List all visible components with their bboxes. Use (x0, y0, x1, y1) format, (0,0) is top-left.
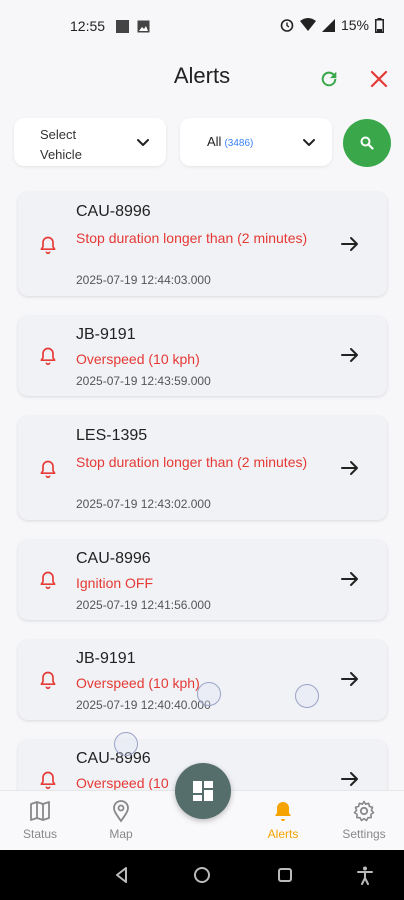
battery-percent: 15% (340, 17, 369, 33)
refresh-icon (321, 71, 337, 87)
vehicle-plate: CAU-8996 (76, 550, 151, 567)
status-right: 15% (280, 17, 384, 33)
alert-timestamp: 2025-07-19 12:44:03.000 (76, 273, 211, 287)
vehicle-select-label: Select Vehicle (40, 127, 82, 162)
close-icon (370, 70, 388, 88)
map-icon (30, 801, 50, 821)
notification-square-icon (116, 20, 129, 33)
arrow-right-icon[interactable] (340, 769, 360, 789)
gear-icon (353, 800, 375, 822)
alert-timestamp: 2025-07-19 12:43:02.000 (76, 497, 211, 511)
vehicle-plate: JB-9191 (76, 650, 136, 667)
alerts-list[interactable]: CAU-8996 Stop duration longer than (2 mi… (0, 188, 404, 790)
search-button[interactable] (343, 119, 391, 167)
cellular-signal-icon (321, 18, 335, 32)
nav-settings-label: Settings (342, 827, 386, 841)
alert-type-value: All (207, 134, 222, 149)
bell-icon (40, 571, 56, 590)
arrow-right-icon[interactable] (340, 234, 360, 254)
touch-indicator (114, 732, 138, 756)
alert-message: Overspeed (10 kph) (76, 675, 200, 691)
touch-indicator (295, 684, 319, 708)
nav-alerts-label: Alerts (267, 827, 299, 841)
battery-icon (375, 17, 384, 33)
search-icon (360, 136, 374, 150)
vehicle-plate: CAU-8996 (76, 750, 151, 767)
alert-message: Overspeed (10 kph) (76, 351, 200, 367)
wifi-icon (299, 18, 316, 31)
app-header: Alerts (0, 52, 404, 104)
alert-message: Stop duration longer than (2 minutes) (76, 454, 308, 470)
gallery-icon (137, 20, 150, 33)
dashboard-icon (193, 781, 213, 801)
back-icon[interactable] (112, 865, 132, 885)
alert-count: (3486) (224, 138, 254, 149)
alert-type-label: All (3486) (207, 134, 253, 149)
location-pin-icon (113, 800, 129, 823)
alert-card[interactable]: CAU-8996 Stop duration longer than (2 mi… (18, 192, 387, 296)
recents-icon[interactable] (275, 865, 295, 885)
accessibility-icon[interactable] (355, 865, 375, 885)
alert-card[interactable]: JB-9191 Overspeed (10 kph) 2025-07-19 12… (18, 316, 387, 396)
dashboard-fab[interactable] (175, 763, 231, 819)
nav-settings[interactable]: Settings (329, 799, 399, 841)
alert-message: Ignition OFF (76, 575, 154, 591)
bell-icon (40, 236, 56, 255)
vehicle-plate: JB-9191 (76, 326, 136, 343)
status-time: 12:55 (70, 18, 106, 34)
nav-map[interactable]: Map (86, 799, 156, 841)
arrow-right-icon[interactable] (340, 669, 360, 689)
alert-card[interactable]: CAU-8996 Ignition OFF 2025-07-19 12:41:5… (18, 540, 387, 620)
alert-timestamp: 2025-07-19 12:40:40.000 (76, 698, 211, 712)
bell-icon (40, 771, 56, 790)
nav-status-label: Status (22, 827, 58, 841)
alert-timestamp: 2025-07-19 12:41:56.000 (76, 598, 211, 612)
chevron-down-icon (303, 139, 315, 146)
arrow-right-icon[interactable] (340, 458, 360, 478)
bell-icon (40, 671, 56, 690)
alert-card[interactable]: LES-1395 Stop duration longer than (2 mi… (18, 416, 387, 520)
alert-message: Stop duration longer than (2 minutes) (76, 230, 308, 246)
close-button[interactable] (366, 66, 392, 92)
refresh-button[interactable] (316, 66, 342, 92)
arrow-right-icon[interactable] (340, 569, 360, 589)
bell-icon (275, 802, 291, 821)
status-bar: 12:55 15% (0, 0, 404, 52)
vehicle-plate: LES-1395 (76, 427, 148, 444)
arrow-right-icon[interactable] (340, 345, 360, 365)
nav-alerts[interactable]: Alerts (248, 799, 318, 841)
bell-icon (40, 460, 56, 479)
page-title: Alerts (173, 63, 231, 88)
filter-bar: Select Vehicle All (3486) (0, 116, 404, 170)
nav-map-label: Map (109, 827, 133, 841)
alert-card[interactable]: JB-9191 Overspeed (10 kph) 2025-07-19 12… (18, 640, 387, 720)
nav-status[interactable]: Status (5, 799, 75, 841)
alarm-icon (280, 19, 294, 32)
vehicle-plate: CAU-8996 (76, 203, 151, 220)
alert-timestamp: 2025-07-19 12:43:59.000 (76, 374, 211, 388)
vehicle-select[interactable]: Select Vehicle (14, 118, 166, 166)
system-nav-bar (0, 850, 404, 900)
chevron-down-icon (137, 139, 149, 146)
home-icon[interactable] (192, 865, 212, 885)
alert-type-select[interactable]: All (3486) (180, 118, 332, 166)
touch-indicator (197, 682, 221, 706)
bell-icon (40, 347, 56, 366)
